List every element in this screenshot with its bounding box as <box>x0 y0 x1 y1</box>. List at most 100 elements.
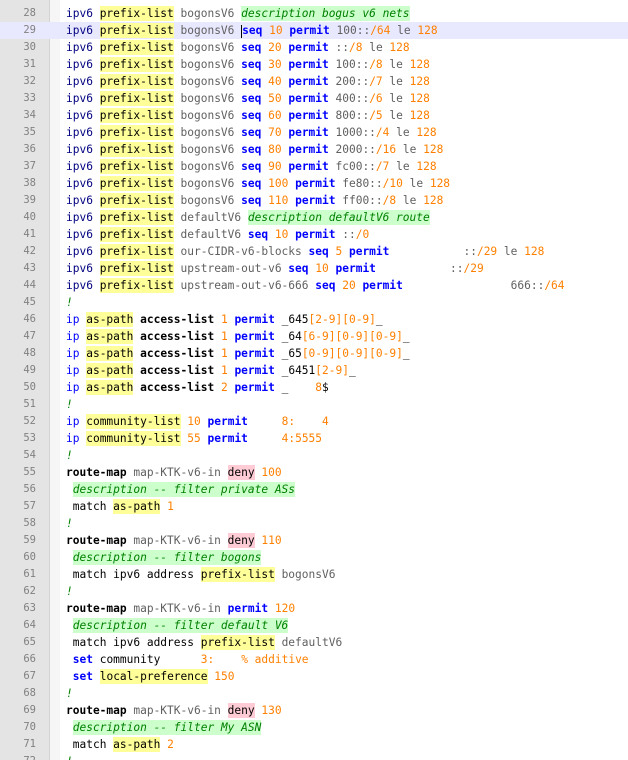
code-text[interactable]: ip as-path access-list 1 permit _65[0-9]… <box>66 345 410 362</box>
code-text[interactable]: description -- filter bogons <box>66 549 262 566</box>
code-text[interactable]: ! <box>66 685 73 702</box>
code-text[interactable]: ip as-path access-list 2 permit _ 8$ <box>66 379 329 396</box>
code-line[interactable]: 32 ipv6 prefix-list bogonsV6 seq 40 permi… <box>0 73 628 90</box>
code-line[interactable]: 48 ip as-path access-list 1 permit _65[0-… <box>0 345 628 362</box>
code-text[interactable]: ipv6 prefix-list bogonsV6 seq 100 permit… <box>66 175 450 192</box>
code-line[interactable]: 66 set community 3: % additive <box>0 651 628 668</box>
code-text[interactable]: ipv6 prefix-list our-CIDR-v6-blocks seq … <box>66 243 544 260</box>
code-line[interactable]: 61 match ipv6 address prefix-list bogons… <box>0 566 628 583</box>
code-text[interactable]: match as-path 2 <box>66 736 174 753</box>
code-text[interactable]: ! <box>66 447 73 464</box>
token-pl: prefix-list <box>99 278 174 293</box>
code-text[interactable]: ipv6 prefix-list defaultV6 seq 10 permit… <box>66 226 369 243</box>
code-line[interactable]: 44 ipv6 prefix-list upstream-out-v6-666 s… <box>0 277 628 294</box>
code-line[interactable]: 29 ipv6 prefix-list bogonsV6 seq 10 permi… <box>0 22 628 39</box>
code-text[interactable]: ! <box>66 583 73 600</box>
code-text[interactable]: ! <box>66 515 73 532</box>
code-line[interactable]: 38 ipv6 prefix-list bogonsV6 seq 100 perm… <box>0 175 628 192</box>
token-cl: community-list <box>86 431 181 446</box>
code-line[interactable]: 37 ipv6 prefix-list bogonsV6 seq 90 permi… <box>0 158 628 175</box>
code-line[interactable]: 50 ip as-path access-list 2 permit _ 8$ <box>0 379 628 396</box>
code-text[interactable]: ipv6 prefix-list bogonsV6 seq 20 permit … <box>66 39 410 56</box>
code-text[interactable]: description -- filter default V6 <box>66 617 289 634</box>
code-line[interactable]: 45! <box>0 294 628 311</box>
code-line[interactable]: 31 ipv6 prefix-list bogonsV6 seq 30 permi… <box>0 56 628 73</box>
code-line[interactable]: 28 ipv6 prefix-list bogonsV6 description … <box>0 5 628 22</box>
code-text[interactable]: ipv6 prefix-list bogonsV6 seq 50 permit … <box>66 90 430 107</box>
code-text[interactable]: description -- filter My ASN <box>66 719 262 736</box>
code-lines[interactable]: 28 ipv6 prefix-list bogonsV6 description … <box>0 0 628 760</box>
code-line[interactable]: 63 route-map map-KTK-v6-in permit 120 <box>0 600 628 617</box>
code-text[interactable]: ipv6 prefix-list bogonsV6 seq 60 permit … <box>66 107 430 124</box>
code-text[interactable]: ipv6 prefix-list bogonsV6 description bo… <box>66 5 410 22</box>
code-line[interactable]: 62! <box>0 583 628 600</box>
code-text[interactable]: ipv6 prefix-list bogonsV6 seq 90 permit … <box>66 158 437 175</box>
code-text[interactable]: ip as-path access-list 1 permit _645[2-9… <box>66 311 383 328</box>
code-text[interactable]: ipv6 prefix-list bogonsV6 seq 110 permit… <box>66 192 443 209</box>
code-text[interactable]: description -- filter private ASs <box>66 481 296 498</box>
code-line[interactable]: 55 route-map map-KTK-v6-in deny 100 <box>0 464 628 481</box>
code-text[interactable]: route-map map-KTK-v6-in permit 120 <box>66 600 295 617</box>
code-line[interactable]: 52 ip community-list 10 permit 8: 4 <box>0 413 628 430</box>
code-text[interactable]: ip as-path access-list 1 permit _64[6-9]… <box>66 328 410 345</box>
code-line[interactable]: 71 match as-path 2 <box>0 736 628 753</box>
code-line[interactable]: 68! <box>0 685 628 702</box>
code-text[interactable]: route-map map-KTK-v6-in deny 110 <box>66 532 282 549</box>
code-text[interactable]: ip as-path access-list 1 permit _6451[2-… <box>66 362 356 379</box>
code-text[interactable]: ! <box>66 753 73 760</box>
code-line[interactable]: 67 set local-preference 150 <box>0 668 628 685</box>
code-text[interactable]: ipv6 prefix-list bogonsV6 seq 70 permit … <box>66 124 437 141</box>
code-text[interactable]: match ipv6 address prefix-list defaultV6 <box>66 634 342 651</box>
code-line[interactable]: 41 ipv6 prefix-list defaultV6 seq 10 perm… <box>0 226 628 243</box>
token-num: 128 <box>416 160 437 173</box>
code-text[interactable]: ipv6 prefix-list bogonsV6 seq 80 permit … <box>66 141 443 158</box>
code-text[interactable]: ip community-list 55 permit 4:5555 <box>66 430 322 447</box>
line-number: 71 <box>23 738 36 750</box>
token-name: bogonsV6 <box>173 24 242 37</box>
code-line[interactable]: 59 route-map map-KTK-v6-in deny 110 <box>0 532 628 549</box>
code-line[interactable]: 49 ip as-path access-list 1 permit _6451[… <box>0 362 628 379</box>
code-line[interactable]: 57 match as-path 1 <box>0 498 628 515</box>
code-text[interactable]: ip community-list 10 permit 8: 4 <box>66 413 329 430</box>
code-text[interactable]: set local-preference 150 <box>66 668 234 685</box>
code-text[interactable]: ipv6 prefix-list upstream-out-v6 seq 10 … <box>66 260 484 277</box>
code-text[interactable]: set community 3: % additive <box>66 651 309 668</box>
code-text[interactable]: route-map map-KTK-v6-in deny 100 <box>66 464 282 481</box>
code-line[interactable]: 69 route-map map-KTK-v6-in deny 130 <box>0 702 628 719</box>
code-text[interactable]: ! <box>66 294 73 311</box>
code-line[interactable]: 54! <box>0 447 628 464</box>
code-line[interactable]: 60 description -- filter bogons <box>0 549 628 566</box>
code-text[interactable]: ipv6 prefix-list bogonsV6 seq 10 permit … <box>66 22 438 39</box>
code-text[interactable]: ipv6 prefix-list upstream-out-v6-666 seq… <box>66 277 565 294</box>
code-line[interactable]: 64 description -- filter default V6 <box>0 617 628 634</box>
code-line[interactable]: 46 ip as-path access-list 1 permit _645[2… <box>0 311 628 328</box>
code-line[interactable]: 42 ipv6 prefix-list our-CIDR-v6-blocks se… <box>0 243 628 260</box>
code-line[interactable]: 33 ipv6 prefix-list bogonsV6 seq 50 permi… <box>0 90 628 107</box>
code-line[interactable]: 65 match ipv6 address prefix-list defaul… <box>0 634 628 651</box>
code-line[interactable]: 70 description -- filter My ASN <box>0 719 628 736</box>
code-editor[interactable]: 28 ipv6 prefix-list bogonsV6 description … <box>0 0 628 760</box>
code-line[interactable]: 53 ip community-list 55 permit 4:5555 <box>0 430 628 447</box>
code-text[interactable]: ipv6 prefix-list bogonsV6 seq 40 permit … <box>66 73 430 90</box>
code-line[interactable]: 58! <box>0 515 628 532</box>
code-text[interactable]: ipv6 prefix-list defaultV6 description d… <box>66 209 430 226</box>
code-line[interactable]: 51! <box>0 396 628 413</box>
code-line[interactable]: 30 ipv6 prefix-list bogonsV6 seq 20 permi… <box>0 39 628 56</box>
code-line[interactable]: 34 ipv6 prefix-list bogonsV6 seq 60 permi… <box>0 107 628 124</box>
code-line[interactable]: 35 ipv6 prefix-list bogonsV6 seq 70 permi… <box>0 124 628 141</box>
code-line[interactable]: 47 ip as-path access-list 1 permit _64[6-… <box>0 328 628 345</box>
code-text[interactable]: ! <box>66 396 73 413</box>
code-line[interactable]: 56 description -- filter private ASs <box>0 481 628 498</box>
code-line[interactable]: 39 ipv6 prefix-list bogonsV6 seq 110 perm… <box>0 192 628 209</box>
token-prefix: 666:: <box>402 279 545 292</box>
code-line[interactable]: 43 ipv6 prefix-list upstream-out-v6 seq 1… <box>0 260 628 277</box>
code-line[interactable]: 72! <box>0 753 628 760</box>
code-line[interactable]: 40 ipv6 prefix-list defaultV6 description… <box>0 209 628 226</box>
code-text[interactable]: ipv6 prefix-list bogonsV6 seq 30 permit … <box>66 56 430 73</box>
code-text[interactable]: route-map map-KTK-v6-in deny 130 <box>66 702 282 719</box>
code-text[interactable]: match ipv6 address prefix-list bogonsV6 <box>66 566 335 583</box>
token-num: 90 <box>268 160 282 173</box>
code-line[interactable]: 36 ipv6 prefix-list bogonsV6 seq 80 permi… <box>0 141 628 158</box>
token-num: 1 <box>220 364 228 377</box>
code-text[interactable]: match as-path 1 <box>66 498 174 515</box>
